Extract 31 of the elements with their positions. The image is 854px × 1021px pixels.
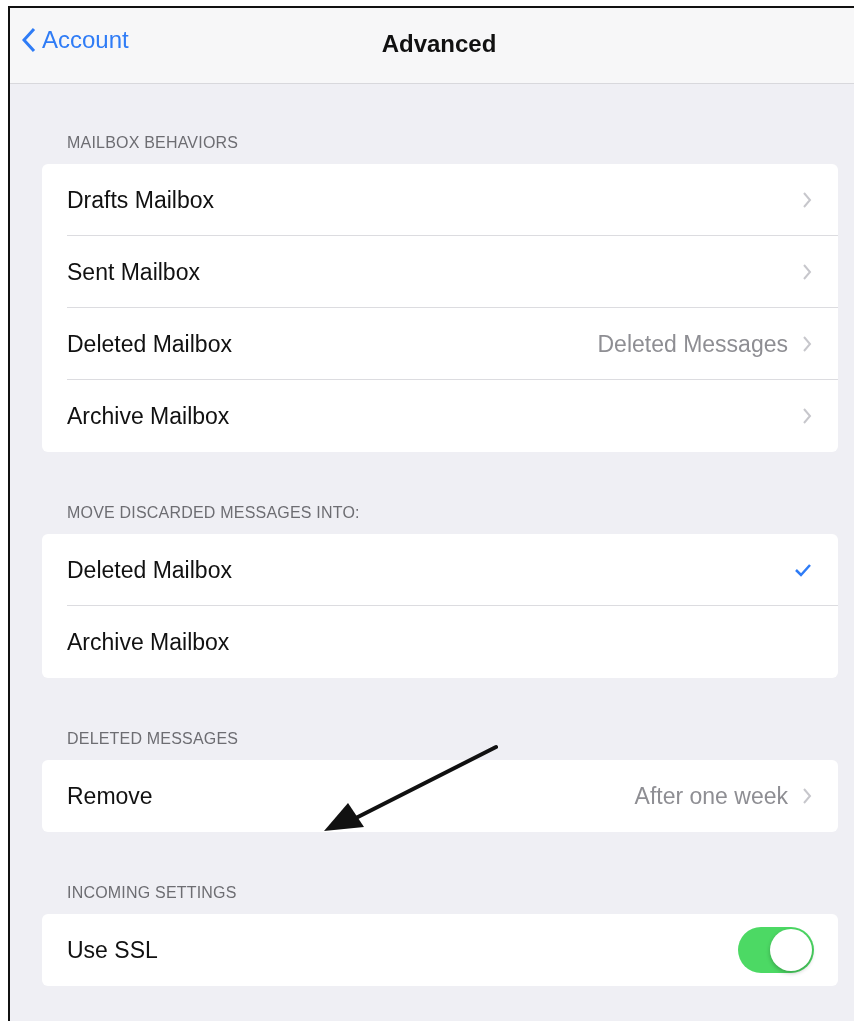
settings-row[interactable]: Archive Mailbox (42, 380, 838, 452)
settings-row[interactable]: Deleted Mailbox (42, 534, 838, 606)
back-chevron-icon (22, 27, 36, 53)
toggle-switch[interactable] (738, 927, 814, 973)
section-header: DELETED MESSAGES (66, 730, 240, 749)
row-value: After one week (634, 782, 788, 810)
settings-row[interactable]: Archive Mailbox (42, 606, 838, 678)
chevron-icon (802, 263, 812, 281)
row-label: Sent Mailbox (67, 258, 201, 286)
settings-row[interactable]: Sent Mailbox (42, 236, 838, 308)
row-label: Drafts Mailbox (67, 186, 215, 214)
chevron-icon (802, 191, 812, 209)
row-label: Deleted Mailbox (67, 556, 233, 584)
settings-row[interactable]: Drafts Mailbox (42, 164, 838, 236)
section-header: MOVE DISCARDED MESSAGES INTO: (66, 504, 361, 523)
row-value: Deleted Messages (597, 330, 788, 358)
settings-row[interactable]: Use SSL (42, 914, 838, 986)
chevron-icon (802, 787, 812, 805)
row-label: Archive Mailbox (67, 628, 231, 656)
section-header: INCOMING SETTINGS (66, 884, 238, 903)
section-header: MAILBOX BEHAVIORS (66, 134, 240, 153)
settings-row[interactable]: Remove After one week (42, 760, 838, 832)
row-label: Deleted Mailbox (67, 330, 233, 358)
row-label: Use SSL (67, 936, 159, 964)
chevron-icon (802, 407, 812, 425)
row-label: Archive Mailbox (67, 402, 231, 430)
back-button[interactable]: Account (18, 22, 133, 58)
page-title: Advanced (381, 29, 497, 58)
row-label: Remove (67, 782, 154, 810)
settings-row[interactable]: Deleted Mailbox Deleted Messages (42, 308, 838, 380)
chevron-icon (802, 335, 812, 353)
